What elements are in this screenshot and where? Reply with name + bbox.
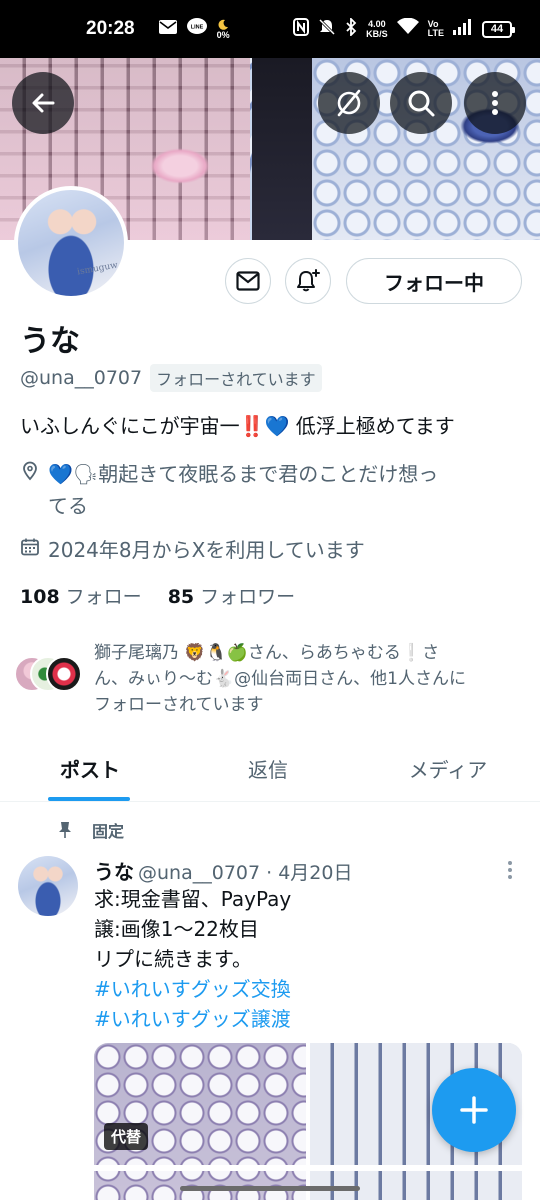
signal-icon	[453, 18, 473, 40]
hashtag-link[interactable]: #いれいすグッズ譲渡	[94, 1004, 291, 1034]
gesture-home-bar[interactable]	[180, 1186, 360, 1191]
following-link[interactable]: 108 フォロー	[20, 582, 142, 609]
profile-joined-date: 2024年8月からXを利用しています	[20, 534, 365, 563]
plus-icon	[460, 1096, 488, 1124]
more-vertical-icon	[492, 91, 498, 115]
post-image[interactable]: 代替	[94, 1043, 306, 1200]
tab-replies[interactable]: 返信	[180, 744, 356, 801]
joined-text: 2024年8月からXを利用しています	[48, 538, 365, 562]
more-options-button[interactable]	[464, 72, 526, 134]
bluetooth-icon	[345, 16, 357, 41]
svg-text:LINE: LINE	[190, 24, 203, 30]
battery-indicator: 44	[482, 20, 515, 38]
alt-text-badge[interactable]: 代替	[104, 1123, 149, 1150]
status-time: 20:28	[86, 18, 135, 39]
profile-bio: いふしんぐにこが宇宙一‼️💙 低浮上極めてます	[20, 414, 455, 438]
mutuals-text-line3: フォローされています	[94, 695, 264, 715]
message-button[interactable]	[225, 258, 271, 304]
post-text: 求:現金書留、PayPay 譲:画像1〜22枚目 リプに続きます。 #いれいすグ…	[94, 884, 291, 1034]
post-handle-date: @una__0707 · 4月20日	[138, 862, 353, 884]
location-pin-icon	[23, 461, 37, 481]
banner-image-middle	[252, 58, 312, 240]
post-line: 求:現金書留、PayPay	[94, 887, 292, 911]
mutuals-text-line1: 獅子尾璃乃 🦁🐧🍏さん、らあちゃむる❕さ	[94, 643, 440, 663]
compose-post-button[interactable]	[432, 1068, 516, 1152]
pin-icon	[59, 822, 71, 838]
location-text-line1: 💙🗣朝起きて夜眠るまで君のことだけ想っ	[48, 462, 439, 486]
banner-bow-decoration	[150, 148, 210, 184]
post-more-icon[interactable]	[500, 860, 520, 880]
followers-link[interactable]: 85 フォロワー	[168, 582, 295, 609]
follow-stats: 108 フォロー 85 フォロワー	[20, 582, 295, 609]
status-bar: 20:28 LINE 0% 4.00 KB/S Vo LTE 44	[0, 0, 540, 58]
tab-posts[interactable]: ポスト	[0, 744, 180, 801]
mutuals-text-line2: ん、みぃり〜む🐇@仙台両日さん、他1人さんに	[94, 669, 466, 689]
following-button[interactable]: フォロー中	[346, 258, 522, 304]
mute-icon	[318, 18, 336, 41]
hashtag-link[interactable]: #いれいすグッズ交換	[94, 974, 291, 1004]
moon-icon: 0%	[217, 19, 230, 40]
nfc-icon	[293, 17, 310, 41]
followed-by-mutuals[interactable]: 獅子尾璃乃 🦁🐧🍏さん、らあちゃむる❕さ ん、みぃり〜む🐇@仙台両日さん、他1人…	[14, 640, 524, 718]
following-count: 108	[20, 586, 60, 608]
location-text-line2: てる	[48, 494, 88, 518]
post-line: リプに続きます。	[94, 947, 252, 971]
search-icon	[408, 90, 435, 117]
line-icon: LINE	[186, 17, 207, 41]
battery-saver-percent: 0%	[216, 29, 230, 40]
avatar-watermark: ismuguw	[76, 260, 119, 278]
pinned-label: 固定	[92, 822, 125, 841]
bell-plus-icon	[297, 269, 320, 292]
post-line: 譲:画像1〜22枚目	[94, 917, 259, 941]
network-speed: 4.00 KB/S	[366, 19, 388, 39]
post-header: うな @una__0707 · 4月20日	[94, 856, 352, 885]
post-author-name[interactable]: うな	[94, 860, 134, 884]
grok-icon	[337, 89, 361, 117]
profile-display-name: うな	[20, 324, 80, 359]
volte-bottom: LTE	[427, 28, 444, 38]
mutuals-text: 獅子尾璃乃 🦁🐧🍏さん、らあちゃむる❕さ ん、みぃり〜む🐇@仙台両日さん、他1人…	[94, 640, 524, 718]
followers-label: フォロワー	[200, 586, 296, 608]
envelope-icon	[236, 271, 260, 291]
followers-count: 85	[167, 586, 195, 608]
mutual-avatar	[46, 656, 82, 692]
tab-media[interactable]: メディア	[356, 744, 540, 801]
handle-row: @una__0707 フォローされています	[20, 364, 322, 392]
media-divider	[94, 1165, 522, 1171]
mutual-avatars	[14, 656, 86, 696]
grok-button[interactable]	[318, 72, 380, 134]
profile-tabs: ポスト 返信 メディア	[0, 744, 540, 802]
profile-avatar[interactable]: ismuguw	[14, 186, 128, 300]
profile-handle: @una__0707	[20, 367, 143, 389]
network-speed-unit: KB/S	[366, 29, 388, 39]
volte-indicator: Vo LTE	[428, 20, 444, 38]
notifications-button[interactable]	[285, 258, 331, 304]
search-button[interactable]	[390, 72, 452, 134]
wifi-icon	[396, 17, 419, 40]
network-speed-value: 4.00	[368, 19, 386, 29]
back-button[interactable]	[12, 72, 74, 134]
calendar-icon	[21, 538, 39, 556]
post-author-avatar[interactable]	[18, 856, 78, 916]
following-label: フォロー	[65, 586, 142, 608]
profile-location: 💙🗣朝起きて夜眠るまで君のことだけ想っ てる	[20, 458, 518, 522]
follows-you-badge: フォローされています	[150, 364, 322, 392]
mail-icon	[158, 19, 177, 39]
back-arrow-icon	[32, 93, 55, 113]
pinned-indicator: 固定	[56, 818, 124, 842]
